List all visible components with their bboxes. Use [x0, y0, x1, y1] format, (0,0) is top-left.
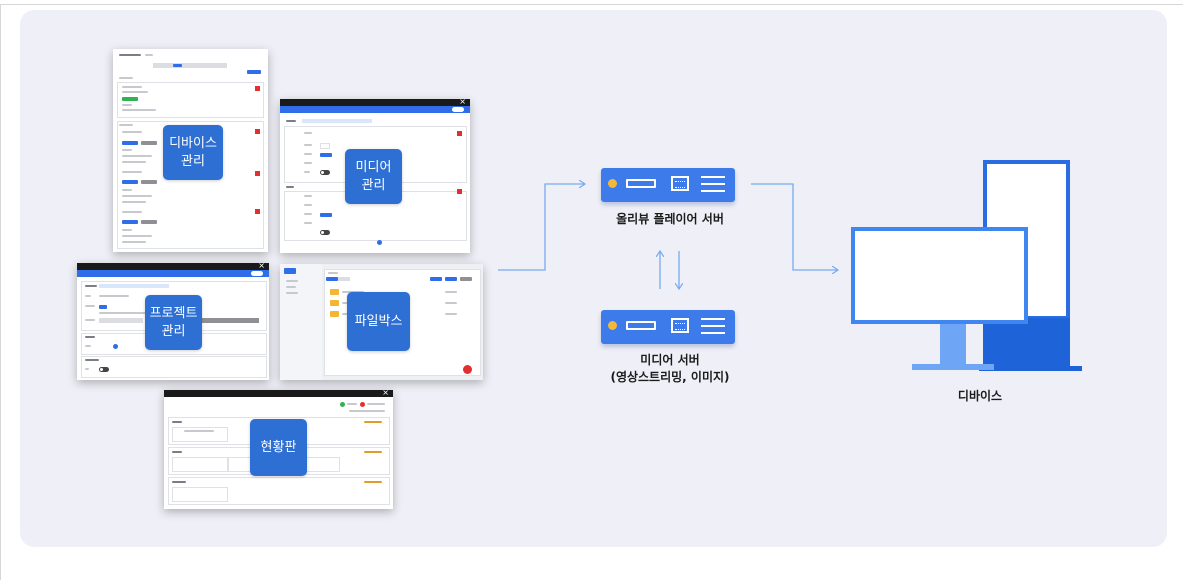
devices-label: 디바이스: [957, 389, 1003, 403]
devices-illustration: [851, 160, 1082, 371]
